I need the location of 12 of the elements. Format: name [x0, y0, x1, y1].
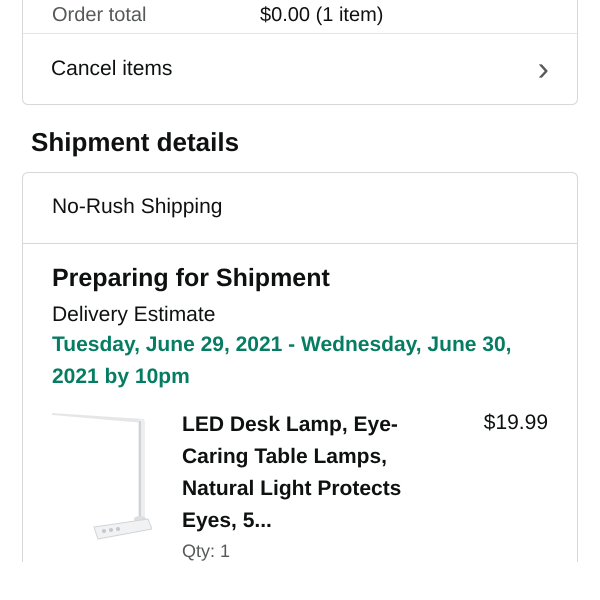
section-heading: Shipment details	[31, 127, 240, 158]
order-total-value: $0.00 (1 item)	[260, 4, 384, 27]
order-total-label: Order total	[52, 4, 148, 27]
cancel-items-button[interactable]: Cancel items ›	[23, 34, 577, 104]
price: $19.99	[484, 411, 548, 436]
chevron-icon: ›	[538, 52, 549, 86]
shipment-status: Preparing for Shipment	[52, 264, 331, 293]
product-title[interactable]: LED Desk Lamp, Eye-Caring Table Lamps, Natural Light Protects Eyes, 5...	[182, 409, 432, 537]
shipping-speed: No-Rush Shipping	[23, 173, 577, 244]
delivery-estimate: Tuesday, June 29, 2021 - Wednesday, June 30, 2021 by 10pm	[52, 332, 512, 390]
delivery-estimate-label: Delivery Estimate	[52, 303, 216, 327]
quantity: Qty: 1	[182, 541, 232, 562]
